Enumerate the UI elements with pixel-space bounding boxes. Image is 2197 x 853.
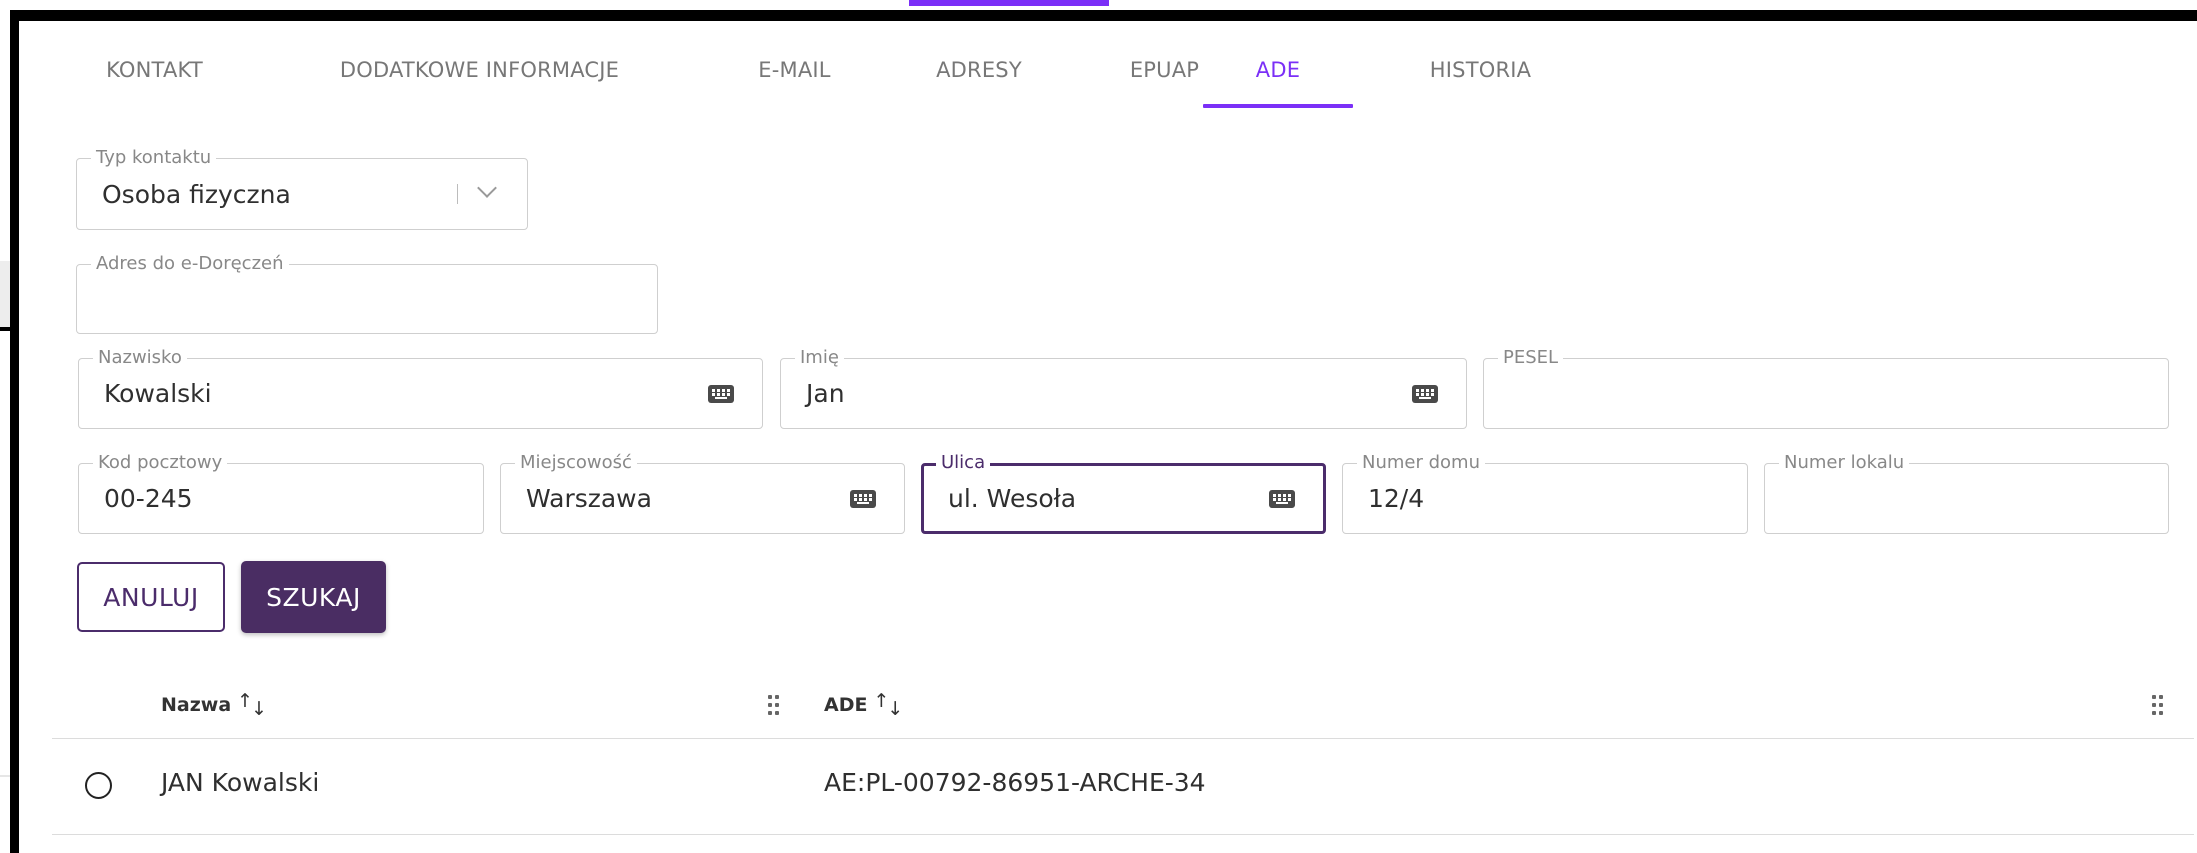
active-tab-indicator (1203, 104, 1353, 108)
surname-value: Kowalski (104, 379, 212, 408)
postal-code-field[interactable]: Kod pocztowy 00-245 (78, 453, 484, 534)
apartment-number-field[interactable]: Numer lokalu (1764, 453, 2169, 534)
pesel-label: PESEL (1498, 348, 1564, 368)
search-button[interactable]: SZUKAJ (241, 561, 386, 633)
background-panel (0, 261, 10, 331)
tab-ade[interactable]: ADE (1203, 50, 1353, 108)
cancel-button[interactable]: ANULUJ (77, 562, 225, 632)
contact-type-value: Osoba fizyczna (102, 179, 291, 209)
surname-field[interactable]: Nazwisko Kowalski (78, 348, 763, 429)
select-separator (457, 184, 458, 204)
row-ade-cell: AE:PL-00792-86951-ARCHE-34 (824, 768, 1206, 797)
background-divider (0, 327, 12, 331)
tab-adresy[interactable]: ADRESY (874, 50, 1084, 108)
column-header-label: ADE (824, 694, 868, 716)
keyboard-icon[interactable] (1269, 489, 1295, 508)
postal-code-value: 00-245 (104, 484, 193, 513)
sort-icon[interactable]: ↑ ↓ (873, 690, 903, 720)
background-divider (0, 775, 10, 777)
keyboard-icon[interactable] (1412, 384, 1438, 403)
contact-type-select[interactable]: Typ kontaktu Osoba fizyczna (76, 148, 528, 230)
window-left-border (10, 10, 19, 853)
street-field[interactable]: Ulica ul. Wesoła (921, 453, 1326, 534)
column-drag-handle-icon[interactable] (768, 694, 782, 716)
city-field[interactable]: Miejscowość Warszawa (500, 453, 905, 534)
column-header-ade[interactable]: ADE ↑ ↓ (824, 690, 903, 720)
house-number-value: 12/4 (1368, 484, 1425, 513)
house-number-field[interactable]: Numer domu 12/4 (1342, 453, 1748, 534)
top-accent-bar (909, 0, 1109, 6)
tab-kontakt[interactable]: KONTAKT (52, 50, 257, 108)
window-top-border (15, 10, 2197, 21)
pesel-field[interactable]: PESEL (1483, 348, 2169, 429)
edelivery-address-label: Adres do e-Doręczeń (91, 254, 289, 274)
first-name-value: Jan (806, 379, 845, 408)
table-row-divider (52, 834, 2194, 835)
app-window: KONTAKT DODATKOWE INFORMACJE E-MAIL ADRE… (0, 0, 2197, 853)
column-header-nazwa[interactable]: Nazwa ↑ ↓ (161, 690, 267, 720)
column-drag-handle-icon[interactable] (2152, 694, 2166, 716)
keyboard-icon[interactable] (850, 489, 876, 508)
sort-icon[interactable]: ↑ ↓ (237, 690, 267, 720)
city-value: Warszawa (526, 484, 652, 513)
apartment-number-label: Numer lokalu (1779, 453, 1910, 473)
chevron-down-icon[interactable] (477, 178, 497, 198)
street-value: ul. Wesoła (948, 484, 1077, 513)
edelivery-address-field[interactable]: Adres do e-Doręczeń (76, 254, 658, 334)
table-header-divider (52, 738, 2194, 739)
row-select-radio[interactable] (85, 772, 112, 799)
first-name-field[interactable]: Imię Jan (780, 348, 1467, 429)
tab-dodatkowe-informacje[interactable]: DODATKOWE INFORMACJE (297, 50, 662, 108)
column-header-label: Nazwa (161, 694, 232, 716)
tab-historia[interactable]: HISTORIA (1368, 50, 1593, 108)
keyboard-icon[interactable] (708, 384, 734, 403)
tab-e-mail[interactable]: E-MAIL (702, 50, 887, 108)
row-name-cell: JAN Kowalski (161, 768, 320, 797)
